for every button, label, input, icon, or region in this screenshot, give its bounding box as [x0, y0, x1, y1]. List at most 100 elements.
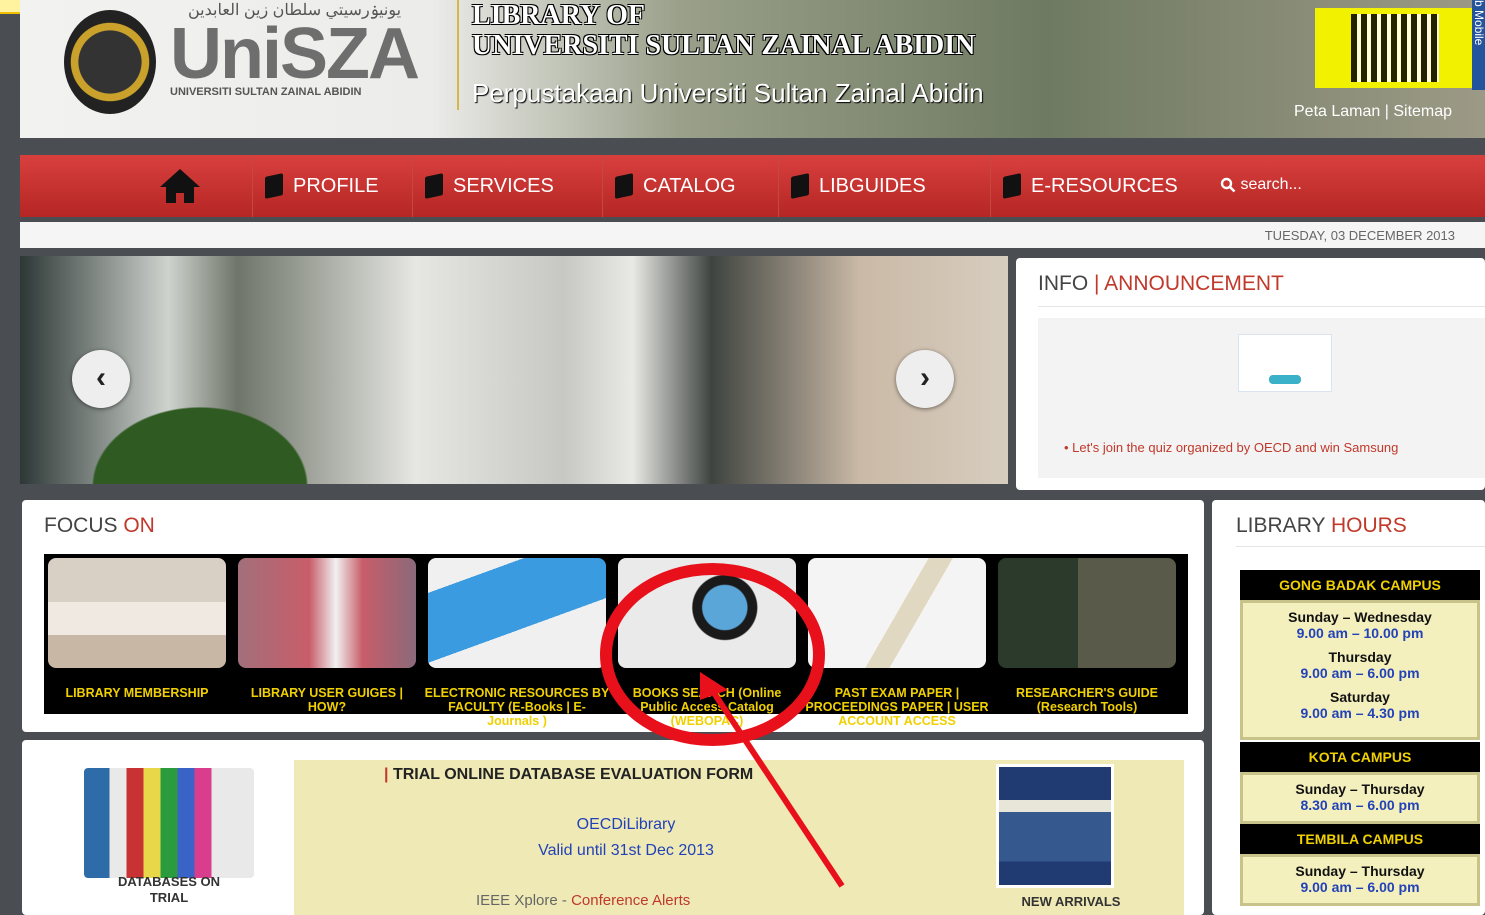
qr-code[interactable] [1315, 8, 1475, 88]
title-part: INFO [1038, 272, 1089, 295]
campus-header: KOTA CAMPUS [1240, 742, 1480, 772]
logo-subtitle: UNIVERSITI SULTAN ZAINAL ABIDIN [170, 86, 362, 98]
trial-heading[interactable]: | TRIAL ONLINE DATABASE EVALUATION FORM [384, 766, 753, 784]
qr-pattern [1351, 14, 1439, 82]
new-arrivals-caption: NEW ARRIVALS [1021, 894, 1121, 909]
tile-caption: LIBRARY USER GUIGES | HOW? [250, 686, 404, 714]
hours-block: Sunday – Wednesday 9.00 am – 10.00 pm Th… [1240, 600, 1480, 740]
chevron-left-icon[interactable]: ‹ [72, 350, 130, 408]
title-part-accent: ON [123, 514, 155, 537]
focus-tile-membership[interactable]: LIBRARY MEMBERSHIP [44, 558, 230, 710]
nav-profile[interactable]: PROFILE [252, 155, 379, 217]
nav-label: LIBGUIDES [819, 175, 926, 197]
nav-e-resources[interactable]: E-RESOURCES [990, 155, 1178, 217]
title-part-accent: ANNOUNCEMENT [1104, 272, 1284, 295]
search-icon [1220, 177, 1236, 193]
focus-on-panel: FOCUS ON LIBRARY MEMBERSHIP LIBRARY USER… [22, 500, 1204, 732]
book-icon [615, 173, 633, 199]
peta-laman-link[interactable]: Peta Laman [1294, 103, 1380, 120]
day-range: Saturday [1330, 689, 1390, 705]
tile-caption: RESEARCHER'S GUIDE (Research Tools) [1016, 686, 1158, 714]
day-range: Sunday – Thursday [1295, 863, 1425, 879]
sitemap-link[interactable]: Sitemap [1393, 103, 1452, 120]
nav-catalog[interactable]: CATALOG [602, 155, 736, 217]
nav-libguides[interactable]: LIBGUIDES [778, 155, 926, 217]
valid-until-text: Valid until 31st Dec 2013 [538, 842, 714, 859]
image-slider[interactable]: ‹ › [20, 256, 1008, 484]
library-title-malay: Perpustakaan Universiti Sultan Zainal Ab… [472, 78, 984, 108]
nav-services[interactable]: SERVICES [412, 155, 554, 217]
header-divider [457, 0, 459, 110]
divider [1038, 306, 1485, 307]
announcement-thumbnail[interactable] [1238, 334, 1332, 392]
databases-caption: DATABASES ON TRIAL [117, 874, 221, 905]
search-input[interactable]: search... [1220, 163, 1485, 207]
nav-label: SERVICES [453, 175, 554, 197]
ieee-line: IEEE Xplore - Conference Alerts [476, 892, 690, 909]
announcement-link[interactable]: • Let's join the quiz organized by OECD … [1064, 440, 1398, 455]
uniSZA-logo-text[interactable]: UniSZA [170, 18, 420, 90]
site-header: يونيۏرسيتي سلطان زين العابدين UniSZA UNI… [20, 0, 1485, 138]
link-separator: | [1384, 103, 1389, 120]
databases-on-trial[interactable]: DATABASES ON TRIAL [44, 760, 294, 915]
university-seal-logo[interactable] [64, 10, 156, 114]
tile-caption: PAST EXAM PAPER | PROCEEDINGS PAPER | US… [805, 686, 989, 728]
main-navigation: PROFILE SERVICES CATALOG LIBGUIDES E-RES… [20, 155, 1485, 217]
home-icon[interactable] [158, 167, 202, 205]
search-placeholder: search... [1240, 176, 1302, 193]
chevron-right-icon[interactable]: › [896, 350, 954, 408]
focus-tile-user-guides[interactable]: LIBRARY USER GUIGES | HOW? [234, 558, 420, 714]
library-hours-panel: LIBRARY HOURS GONG BADAK CAMPUS Sunday –… [1212, 500, 1485, 915]
tile-image [238, 558, 416, 668]
date-bar: TUESDAY, 03 DECEMBER 2013 [20, 222, 1485, 248]
nav-label: PROFILE [293, 175, 379, 197]
book-icon [425, 173, 443, 199]
tile-caption: ELECTRONIC RESOURCES BY FACULTY (E-Books… [424, 686, 610, 728]
conference-alerts-link[interactable]: Conference Alerts [571, 892, 690, 909]
focus-carousel: LIBRARY MEMBERSHIP LIBRARY USER GUIGES |… [44, 554, 1188, 728]
new-arrivals[interactable]: NEW ARRIVALS [958, 760, 1184, 915]
book-icon [791, 173, 809, 199]
nav-label: CATALOG [643, 175, 736, 197]
oecd-link[interactable]: OECDiLibrary [294, 816, 958, 834]
day-range: Thursday [1328, 649, 1392, 665]
focus-tile-electronic-resources[interactable]: ELECTRONIC RESOURCES BY FACULTY (E-Books… [424, 558, 610, 728]
tile-image [998, 558, 1176, 668]
hours-block: Sunday – Thursday 9.00 am – 6.00 pm [1240, 854, 1480, 906]
tile-caption: LIBRARY MEMBERSHIP [65, 686, 209, 700]
library-title-line2: UNIVERSITI SULTAN ZAINAL ABIDIN [472, 30, 976, 61]
section-title: LIBRARY HOURS [1236, 514, 1407, 538]
separator: - [557, 892, 572, 909]
ieee-xplore-link[interactable]: IEEE Xplore [476, 892, 558, 909]
heading-bar: | [384, 766, 389, 783]
mobile-link[interactable]: b Mobile [1472, 0, 1485, 90]
tile-caption: BOOKS SEARCH (Online Public Access Catal… [632, 686, 782, 728]
section-title: INFO | ANNOUNCEMENT [1038, 272, 1284, 296]
nav-label: E-RESOURCES [1031, 175, 1178, 197]
announcement-text: Let's join the quiz organized by OECD an… [1072, 440, 1399, 455]
campus-header: TEMBILA CAMPUS [1240, 824, 1480, 854]
heading-text: TRIAL ONLINE DATABASE EVALUATION FORM [392, 766, 754, 783]
day-range: Sunday – Thursday [1295, 781, 1425, 797]
section-title: FOCUS ON [44, 514, 155, 538]
books-illustration [84, 768, 254, 878]
time-range: 9.00 am – 4.30 pm [1300, 705, 1420, 721]
title-separator: | [1094, 272, 1100, 295]
focus-tile-past-exam[interactable]: PAST EXAM PAPER | PROCEEDINGS PAPER | US… [804, 558, 990, 728]
database-trial-panel: DATABASES ON TRIAL | TRIAL ONLINE DATABA… [22, 740, 1204, 915]
focus-tile-books-search[interactable]: BOOKS SEARCH (Online Public Access Catal… [614, 558, 800, 728]
info-announcement-panel: INFO | ANNOUNCEMENT • Let's join the qui… [1016, 258, 1485, 490]
trial-evaluation-section: | TRIAL ONLINE DATABASE EVALUATION FORM … [294, 760, 958, 915]
focus-tile-researchers-guide[interactable]: RESEARCHER'S GUIDE (Research Tools) [994, 558, 1180, 714]
campus-header: GONG BADAK CAMPUS [1240, 570, 1480, 600]
library-title-line1: LIBRARY OF [472, 0, 645, 31]
time-range: 9.00 am – 6.00 pm [1300, 879, 1420, 895]
tile-image [808, 558, 986, 668]
tile-image [48, 558, 226, 668]
hours-block: Sunday – Thursday 8.30 am – 6.00 pm [1240, 772, 1480, 824]
get-started-button [1269, 375, 1301, 384]
title-part-accent: HOURS [1330, 514, 1407, 537]
current-date: TUESDAY, 03 DECEMBER 2013 [1264, 228, 1455, 243]
time-range: 9.00 am – 6.00 pm [1300, 665, 1420, 681]
tile-image [428, 558, 606, 668]
